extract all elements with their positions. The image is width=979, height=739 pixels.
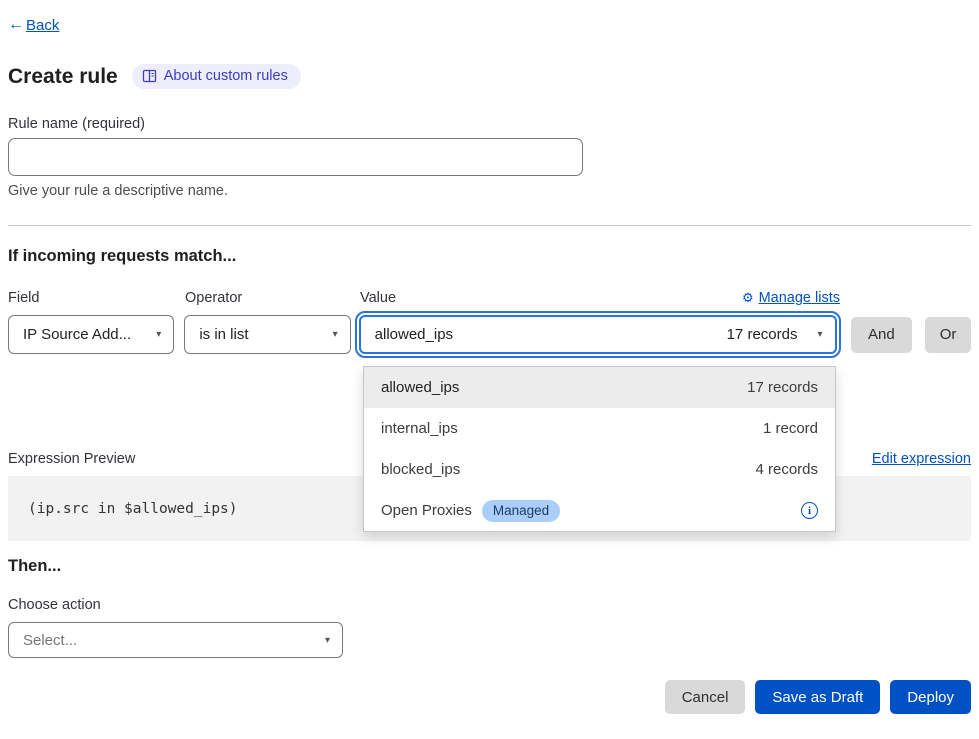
footer-actions: Cancel Save as Draft Deploy	[8, 680, 971, 714]
expression-preview-label: Expression Preview	[8, 451, 135, 467]
choose-action-label: Choose action	[8, 597, 971, 613]
create-rule-page: ←Back Create rule About custom rules Rul…	[0, 0, 979, 739]
gear-icon: ⚙	[742, 290, 754, 306]
option-records-count: 17 records	[747, 379, 818, 396]
back-row: ←Back	[8, 0, 971, 34]
dropdown-option-blocked-ips[interactable]: blocked_ips 4 records	[364, 449, 835, 490]
operator-label: Operator	[185, 290, 360, 306]
condition-labels-row: Field Operator Value ⚙ Manage lists	[8, 290, 971, 306]
action-select[interactable]: Select... ▾	[8, 622, 343, 658]
section-divider	[8, 225, 971, 226]
dropdown-option-internal-ips[interactable]: internal_ips 1 record	[364, 408, 835, 449]
back-link[interactable]: ←Back	[8, 16, 59, 34]
condition-row: IP Source Add... ▾ is in list ▾ allowed_…	[8, 315, 971, 354]
operator-select-value: is in list	[199, 326, 248, 343]
chevron-down-icon: ▾	[333, 329, 338, 340]
back-arrow-icon: ←	[8, 16, 24, 34]
action-select-placeholder: Select...	[23, 632, 77, 649]
option-name: Open Proxies	[381, 502, 472, 519]
chevron-down-icon: ▾	[156, 329, 161, 340]
and-button[interactable]: And	[851, 317, 913, 353]
value-dropdown-panel: allowed_ips 17 records internal_ips 1 re…	[363, 366, 836, 532]
rule-name-label: Rule name (required)	[8, 116, 971, 132]
option-name: internal_ips	[381, 420, 458, 437]
expression-code: (ip.src in $allowed_ips)	[28, 501, 238, 517]
managed-badge: Managed	[482, 500, 560, 522]
option-records-count: 4 records	[755, 461, 818, 478]
rule-name-input[interactable]	[8, 138, 583, 176]
about-badge-label: About custom rules	[164, 68, 288, 84]
manage-lists-label: Manage lists	[759, 290, 840, 306]
save-as-draft-button[interactable]: Save as Draft	[755, 680, 880, 714]
info-icon[interactable]: i	[801, 502, 818, 519]
dropdown-option-allowed-ips[interactable]: allowed_ips 17 records	[364, 367, 835, 408]
page-title: Create rule	[8, 65, 118, 89]
value-select-selected: allowed_ips	[375, 326, 453, 343]
title-row: Create rule About custom rules	[8, 64, 971, 89]
chevron-down-icon: ▾	[817, 329, 822, 340]
book-icon	[142, 69, 157, 83]
chevron-down-icon: ▾	[325, 635, 330, 646]
rule-name-helper: Give your rule a descriptive name.	[8, 183, 971, 199]
option-records-count: 1 record	[763, 420, 818, 437]
edit-expression-link[interactable]: Edit expression	[872, 451, 971, 467]
option-name: allowed_ips	[381, 379, 459, 396]
or-button[interactable]: Or	[925, 317, 971, 353]
operator-select[interactable]: is in list ▾	[184, 315, 350, 354]
value-select-records-count: 17 records	[727, 326, 798, 343]
deploy-button[interactable]: Deploy	[890, 680, 971, 714]
option-name: blocked_ips	[381, 461, 460, 478]
field-label: Field	[8, 290, 185, 306]
value-select[interactable]: allowed_ips 17 records ▾	[359, 315, 837, 354]
cancel-button[interactable]: Cancel	[665, 680, 746, 714]
then-heading: Then...	[8, 557, 971, 576]
manage-lists-link[interactable]: ⚙ Manage lists	[742, 290, 840, 306]
edit-expression-label: Edit expression	[872, 451, 971, 467]
field-select-value: IP Source Add...	[23, 326, 131, 343]
back-link-label: Back	[26, 17, 59, 34]
match-heading: If incoming requests match...	[8, 247, 971, 266]
dropdown-option-open-proxies[interactable]: Open Proxies Managed i	[364, 490, 835, 531]
about-custom-rules-badge[interactable]: About custom rules	[132, 64, 301, 89]
field-select[interactable]: IP Source Add... ▾	[8, 315, 174, 354]
value-label: Value	[360, 290, 396, 306]
